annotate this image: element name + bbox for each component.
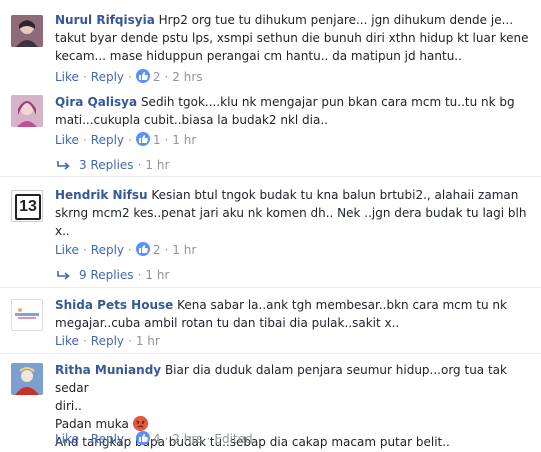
comment-line: megajar..cuba ambil rotan tu dan tibai d… (55, 316, 400, 330)
view-replies[interactable]: 9 Replies · 1 hr (57, 267, 169, 283)
comment-text: Nurul Rifqisyia Hrp2 org tue tu dihukum … (55, 11, 535, 65)
comment-actions: Like · Reply · 2 · 2 hrs (55, 69, 203, 84)
comment-line: x.. (55, 224, 70, 238)
comment-line: diri.. (55, 399, 82, 413)
comment-line: skrng mcm2 kes..penat jari aku nk komen … (55, 206, 527, 220)
comment-author[interactable]: Shida Pets House (55, 298, 173, 312)
avatar[interactable] (11, 363, 43, 395)
avatar[interactable]: 13 (11, 190, 43, 222)
comment-line: Kena sabar la..ank tgh membesar..bkn car… (177, 298, 507, 312)
avatar[interactable] (11, 299, 43, 331)
comment-text: Qira Qalisya Sedih tgok....klu nk mengaj… (55, 93, 535, 129)
divider (0, 287, 541, 288)
comment-actions: Like · Reply · 4 · 2 hrs · Edited (55, 431, 253, 446)
reaction-count[interactable]: 2 (153, 243, 161, 257)
reply-link[interactable]: Reply (91, 432, 124, 446)
comment-author[interactable]: Qira Qalisya (55, 95, 137, 109)
replies-count[interactable]: 3 Replies (79, 158, 134, 172)
replies-time: 1 hr (145, 268, 170, 282)
comment-actions: Like · Reply · 1 hr (55, 334, 160, 348)
comment-time[interactable]: 1 hr (172, 243, 196, 257)
replies-count[interactable]: 9 Replies (79, 268, 134, 282)
comment-time[interactable]: 2 hrs (172, 432, 202, 446)
comment-line: Kesian btul tngok budak tu kna balun brt… (151, 188, 519, 202)
comment-text: Shida Pets House Kena sabar la..ank tgh … (55, 296, 535, 332)
like-link[interactable]: Like (55, 432, 79, 446)
reply-link[interactable]: Reply (91, 243, 124, 257)
reply-link[interactable]: Reply (91, 334, 124, 348)
reaction-count[interactable]: 1 (153, 133, 161, 147)
comment-line: Hrp2 org tue tu dihukum penjare... jgn d… (158, 13, 514, 27)
comment-author[interactable]: Ritha Muniandy (55, 363, 161, 377)
comment-line: mati...cukupla cubit..biasa la budak2 nk… (55, 113, 328, 127)
like-link[interactable]: Like (55, 133, 79, 147)
comment-actions: Like · Reply · 2 · 1 hr (55, 242, 197, 257)
divider (0, 353, 541, 354)
comment-author[interactable]: Nurul Rifqisyia (55, 13, 155, 27)
comment-time[interactable]: 1 hr (172, 133, 196, 147)
comment-text: Hendrik Nifsu Kesian btul tngok budak tu… (55, 186, 535, 240)
comment-time[interactable]: 1 hr (136, 334, 160, 348)
reply-link[interactable]: Reply (91, 133, 124, 147)
avatar-number: 13 (15, 194, 41, 220)
reaction-count[interactable]: 4 (153, 432, 161, 446)
like-link[interactable]: Like (55, 70, 79, 84)
avatar[interactable] (11, 95, 43, 127)
thumbs-up-icon[interactable] (135, 242, 150, 256)
comment-author[interactable]: Hendrik Nifsu (55, 188, 148, 202)
comment-actions: Like · Reply · 1 · 1 hr (55, 132, 197, 147)
comment-line: Padan muka (55, 417, 129, 431)
replies-time: 1 hr (145, 158, 170, 172)
comment-line: takut byar dende pstu lps, xsmpi sethun … (55, 31, 529, 45)
view-replies[interactable]: 3 Replies · 1 hr (57, 157, 169, 173)
comment-line: Sedih tgok....klu nk mengajar pun bkan c… (140, 95, 515, 109)
reply-link[interactable]: Reply (91, 70, 124, 84)
reply-arrow-icon (57, 269, 71, 285)
like-link[interactable]: Like (55, 243, 79, 257)
like-link[interactable]: Like (55, 334, 79, 348)
comment-line: kecam... mase hiduppun perangai cm hantu… (55, 49, 462, 63)
comment-time[interactable]: 2 hrs (172, 70, 202, 84)
edited-label[interactable]: Edited (214, 432, 252, 446)
divider (0, 176, 541, 177)
thumbs-up-icon[interactable] (135, 431, 150, 445)
thumbs-up-icon[interactable] (135, 132, 150, 146)
reply-arrow-icon (57, 159, 71, 175)
avatar[interactable] (11, 15, 43, 47)
angry-face-emoji (132, 416, 148, 431)
thumbs-up-icon[interactable] (135, 69, 150, 83)
reaction-count[interactable]: 2 (153, 70, 161, 84)
